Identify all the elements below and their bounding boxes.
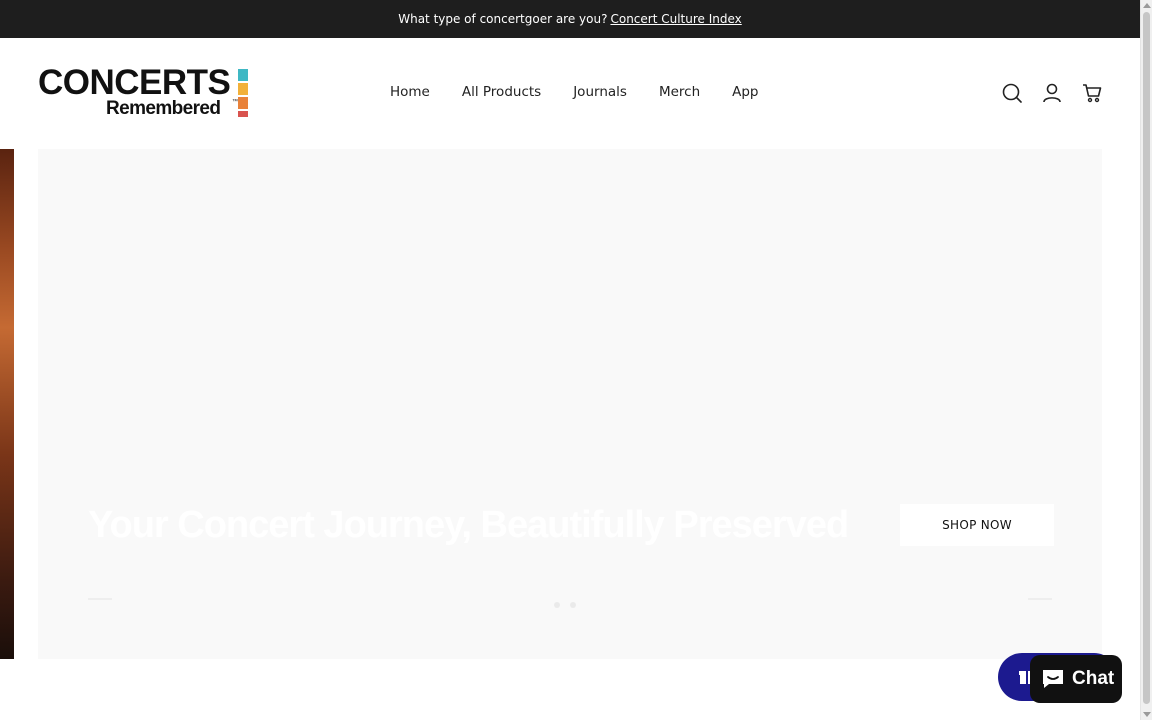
slide-dot-1[interactable] [554,602,560,608]
logo-bar-teal [238,69,248,81]
site-logo[interactable]: CONCERTS Remembered ™ [38,65,250,121]
nav-journals[interactable]: Journals [573,84,627,100]
previous-slide-peek[interactable] [0,149,14,659]
search-icon[interactable] [1001,82,1023,104]
page-scrollbar[interactable] [1140,0,1152,720]
scroll-up-arrow[interactable] [1143,3,1151,8]
hero-title: Your Concert Journey, Beautifully Preser… [88,504,849,546]
announcement-text: What type of concertgoer are you? [398,12,608,26]
slide-dot-2[interactable] [570,602,576,608]
main-nav: Home All Products Journals Merch App [390,84,791,100]
slide-prev-arrow[interactable] [88,598,112,600]
nav-app[interactable]: App [732,84,758,100]
account-icon[interactable] [1041,82,1063,104]
slide-dots [554,602,576,608]
announcement-bar: What type of concertgoer are you? Concer… [0,0,1140,38]
chat-bubble-icon [1043,670,1063,688]
shop-now-button[interactable]: SHOP NOW [900,504,1054,546]
logo-line-concerts: CONCERTS [38,63,231,102]
site-header: CONCERTS Remembered ™ Home All Products … [0,38,1140,149]
cart-icon[interactable] [1081,82,1103,104]
logo-bar-orange [238,97,248,109]
scroll-thumb[interactable] [1143,12,1150,704]
hero-slideshow: Your Concert Journey, Beautifully Preser… [38,149,1102,659]
logo-color-bars [238,69,248,119]
concert-culture-index-link[interactable]: Concert Culture Index [610,12,741,26]
logo-bar-yellow [238,83,248,95]
nav-merch[interactable]: Merch [659,84,700,100]
chat-button[interactable]: Chat [1030,655,1122,703]
chat-label: Chat [1072,668,1115,689]
scroll-down-arrow[interactable] [1143,712,1151,717]
nav-home[interactable]: Home [390,84,430,100]
logo-line-remembered: Remembered [106,98,221,119]
nav-all-products[interactable]: All Products [462,84,541,100]
slide-next-arrow[interactable] [1028,598,1052,600]
logo-bar-red [238,111,248,117]
